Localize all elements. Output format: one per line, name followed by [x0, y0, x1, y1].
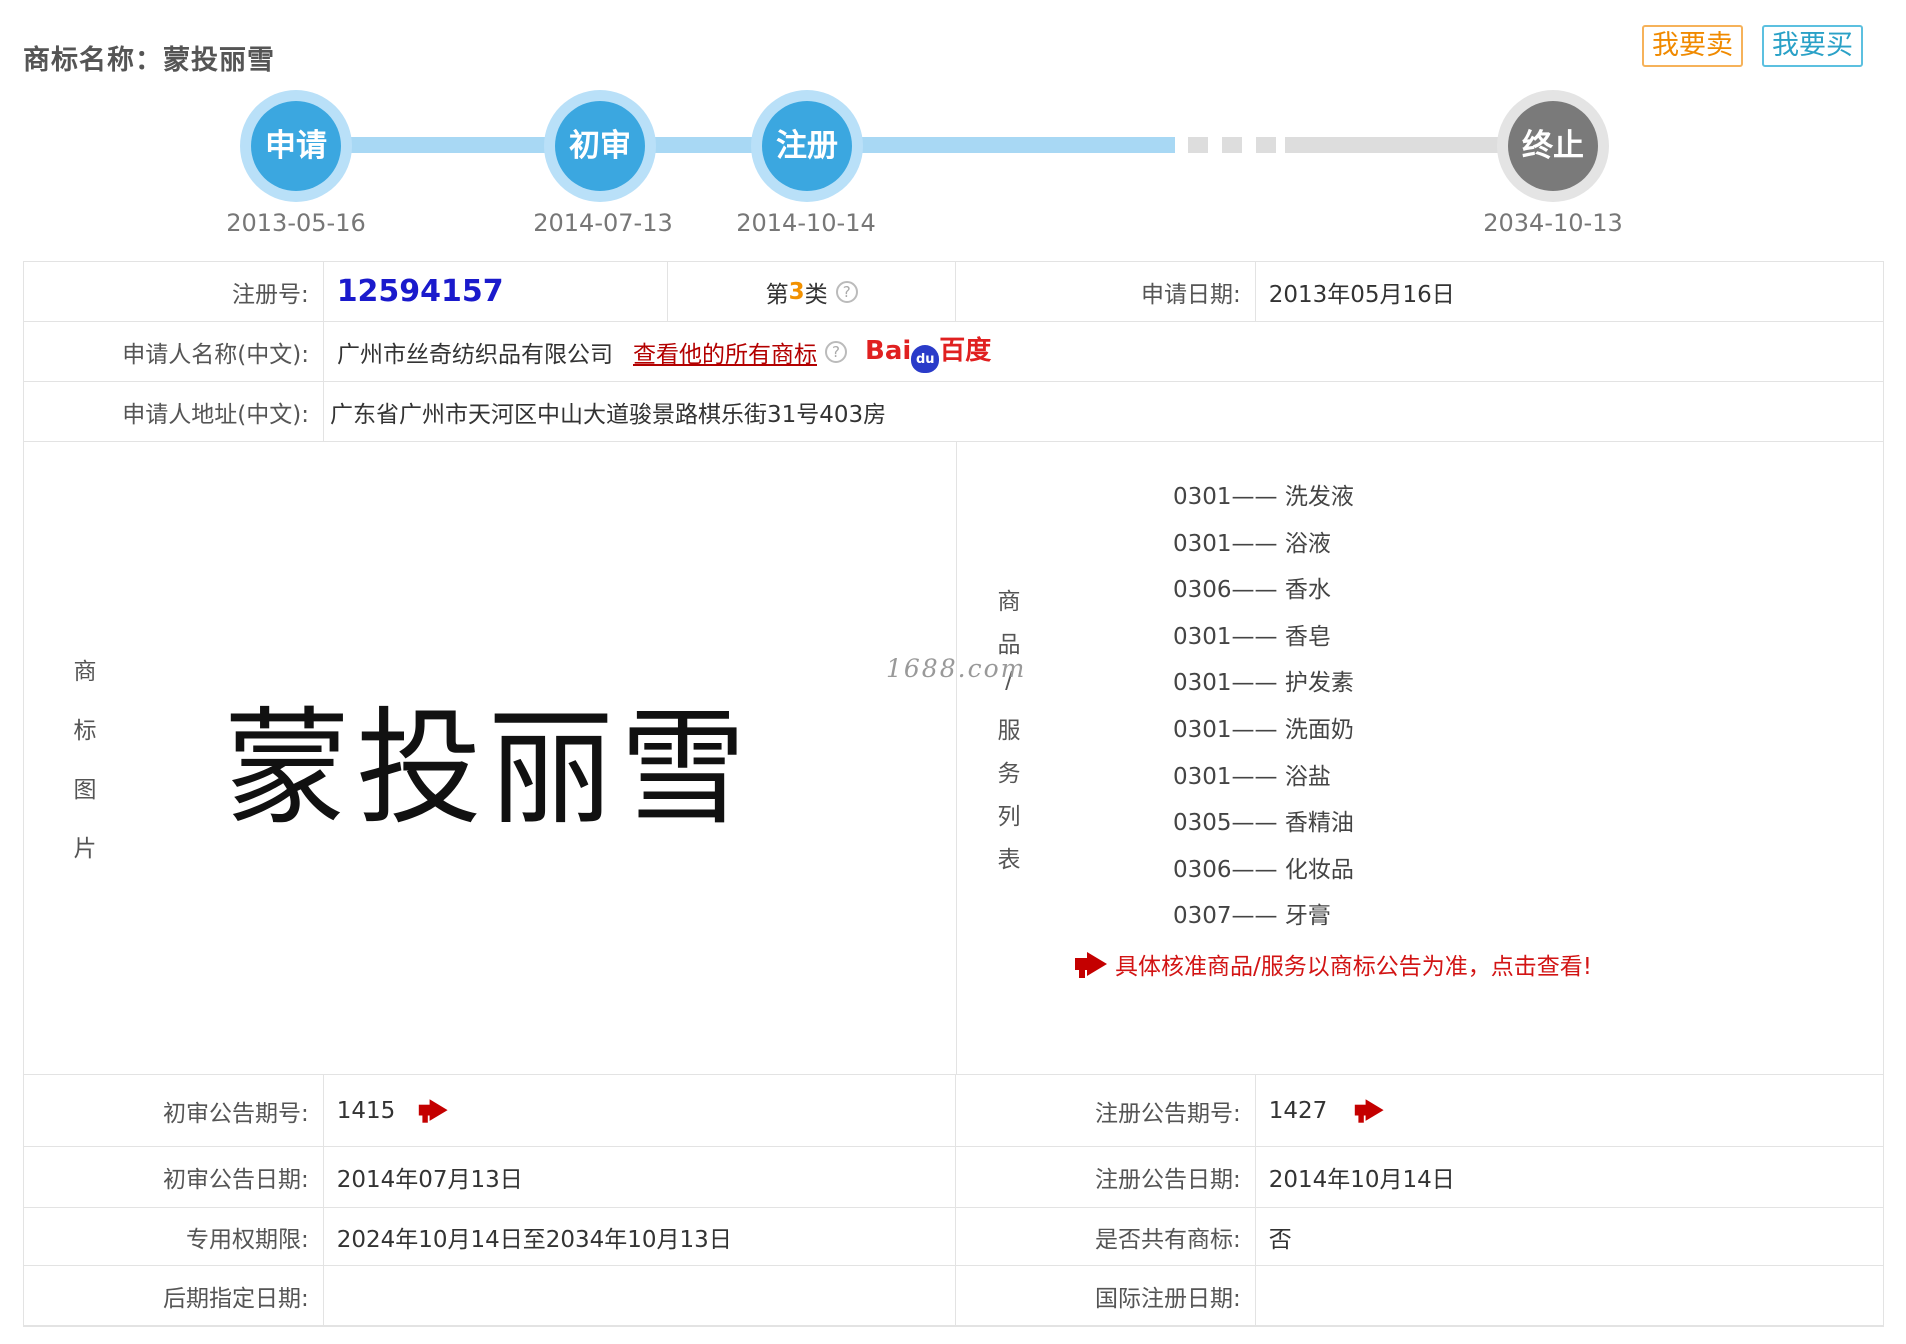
watermark: 1688.com — [886, 654, 1027, 683]
applicant-value: 广州市丝奇纺织品有限公司 — [337, 341, 613, 368]
apply-date-label: 申请日期: — [956, 262, 1256, 321]
table-row: 后期指定日期: 国际注册日期: — [24, 1266, 1883, 1326]
megaphone-icon — [1075, 952, 1111, 978]
table-row: 初审公告日期: 2014年07月13日 注册公告日期: 2014年10月14日 — [24, 1147, 1883, 1208]
baidu-suffix: 百度 — [939, 336, 992, 366]
label-char: 务 — [997, 761, 1021, 787]
baidu-text: Bai — [865, 336, 912, 366]
goods-notice-link[interactable]: 具体核准商品/服务以商标公告为准，点击查看! — [1075, 947, 1592, 981]
intl-date-value — [1256, 1266, 1883, 1325]
step-date: 2013-05-16 — [226, 209, 366, 237]
progress-bar-done — [290, 137, 1175, 153]
sell-button[interactable]: 我要卖 — [1642, 25, 1743, 67]
label-char: 列 — [997, 804, 1021, 830]
applicant-label: 申请人名称(中文): — [24, 322, 324, 381]
goods-list-label: 商 品 / 服 务 列 表 — [994, 582, 1024, 883]
page-title: 商标名称：蒙投丽雪 — [23, 45, 275, 76]
step-date: 2014-10-14 — [736, 209, 876, 237]
list-item: 0306—— 化妆品 — [1173, 856, 1354, 883]
buy-button[interactable]: 我要买 — [1762, 25, 1863, 67]
list-item: 0301—— 浴盐 — [1173, 763, 1331, 790]
later-date-label: 后期指定日期: — [24, 1266, 324, 1325]
step-label: 初审 — [555, 101, 645, 191]
list-item: 0301—— 洗面奶 — [1173, 716, 1354, 743]
mark-and-goods: 商 标 图 片 蒙投丽雪 1688.com 商 品 / 服 务 列 表 0301… — [24, 442, 1883, 1075]
baidu-paw-icon: du — [911, 345, 940, 373]
prelim-no-label: 初审公告期号: — [24, 1075, 324, 1146]
prelim-date-value: 2014年07月13日 — [324, 1147, 956, 1207]
step-label: 注册 — [762, 101, 852, 191]
exclusive-label: 专用权期限: — [24, 1208, 324, 1265]
step-label: 终止 — [1508, 101, 1598, 191]
label-char: 表 — [997, 847, 1021, 873]
table-row: 初审公告期号: 1415 注册公告期号: 1427 — [24, 1075, 1883, 1147]
prelim-no-value: 1415 — [336, 1097, 396, 1124]
label-char: 标 — [73, 718, 97, 744]
step-date: 2014-07-13 — [533, 209, 673, 237]
progress-dash — [1188, 137, 1208, 153]
reg-ann-date-value: 2014年10月14日 — [1268, 1167, 1455, 1193]
megaphone-icon[interactable] — [1355, 1098, 1387, 1123]
reg-ann-no-value: 1427 — [1268, 1097, 1328, 1124]
goods-area: 商 品 / 服 务 列 表 0301—— 洗发液 0301—— 浴液 0306—… — [957, 442, 1883, 1074]
step-terminate: 终止 — [1497, 90, 1609, 202]
reg-ann-date-label: 注册公告日期: — [956, 1147, 1256, 1207]
list-item: 0301—— 护发素 — [1173, 670, 1354, 697]
progress-dash — [1222, 137, 1242, 153]
shared-label: 是否共有商标: — [956, 1208, 1256, 1265]
class-prefix: 第 — [765, 281, 789, 308]
table-row: 申请人名称(中文): 广州市丝奇纺织品有限公司 查看他的所有商标 ? Bai du… — [24, 322, 1883, 382]
notice-text: 具体核准商品/服务以商标公告为准，点击查看! — [1115, 954, 1592, 980]
reg-no-label: 注册号: — [24, 262, 324, 321]
intl-date-label: 国际注册日期: — [956, 1266, 1256, 1325]
list-item: 0305—— 香精油 — [1173, 810, 1354, 837]
status-progress: 申请 2013-05-16 初审 2014-07-13 注册 2014-10-1… — [0, 85, 1906, 245]
class-cell: 第3类 ? — [668, 262, 957, 321]
class-suffix: 类 — [804, 281, 828, 308]
step-register: 注册 — [751, 90, 863, 202]
table-row: 专用权期限: 2024年10月14日至2034年10月13日 是否共有商标: 否 — [24, 1208, 1883, 1266]
reg-ann-no-cell: 1427 — [1256, 1075, 1883, 1146]
reg-no-cell: 12594157 — [324, 262, 669, 321]
table-row: 注册号: 12594157 第3类 ? 申请日期: 2013年05月16日 — [24, 262, 1883, 322]
label-char: 图 — [73, 777, 97, 803]
help-icon[interactable]: ? — [825, 340, 847, 363]
megaphone-icon[interactable] — [419, 1098, 451, 1123]
step-label: 申请 — [251, 101, 341, 191]
prelim-date-label: 初审公告日期: — [24, 1147, 324, 1207]
step-prelim: 初审 — [544, 90, 656, 202]
help-icon[interactable]: ? — [835, 280, 858, 303]
label-char: 服 — [997, 718, 1021, 744]
mark-image-area: 商 标 图 片 蒙投丽雪 1688.com — [24, 442, 1024, 1074]
trademark-image: 蒙投丽雪 — [224, 695, 752, 842]
applicant-cell: 广州市丝奇纺织品有限公司 查看他的所有商标 ? Bai du 百度 — [324, 322, 1883, 381]
list-item: 0301—— 洗发液 — [1173, 484, 1354, 510]
exclusive-value: 2024年10月14日至2034年10月13日 — [324, 1208, 956, 1265]
class-number: 3 — [788, 278, 805, 305]
prelim-no-cell: 1415 — [324, 1075, 956, 1146]
reg-no-value: 12594157 — [336, 274, 504, 309]
mark-image-label: 商 标 图 片 — [70, 652, 100, 888]
reg-ann-no-label: 注册公告期号: — [956, 1075, 1256, 1146]
baidu-search-link[interactable]: Bai du 百度 — [865, 330, 991, 373]
list-item: 0307—— 牙膏 — [1173, 903, 1331, 930]
label-char: 商 — [997, 589, 1021, 615]
all-marks-link[interactable]: 查看他的所有商标 — [633, 335, 817, 369]
shared-value: 否 — [1268, 1226, 1292, 1253]
address-label: 申请人地址(中文): — [24, 382, 324, 441]
address-value: 广东省广州市天河区中山大道骏景路棋乐街31号403房 — [330, 401, 887, 428]
list-item: 0301—— 浴液 — [1173, 530, 1331, 557]
later-date-value — [324, 1266, 956, 1325]
goods-list: 0301—— 洗发液 0301—— 浴液 0306—— 香水 0301—— 香皂… — [1173, 477, 1354, 943]
progress-dash — [1256, 137, 1276, 153]
label-char: 片 — [73, 836, 97, 862]
label-char: 商 — [73, 659, 97, 685]
apply-date-value: 2013年05月16日 — [1268, 281, 1455, 308]
step-apply: 申请 — [240, 90, 352, 202]
table-row: 申请人地址(中文): 广东省广州市天河区中山大道骏景路棋乐街31号403房 — [24, 382, 1883, 442]
step-date: 2034-10-13 — [1483, 209, 1623, 237]
list-item: 0301—— 香皂 — [1173, 623, 1331, 650]
trademark-info-table: 注册号: 12594157 第3类 ? 申请日期: 2013年05月16日 申请… — [23, 261, 1884, 1327]
list-item: 0306—— 香水 — [1173, 577, 1331, 604]
